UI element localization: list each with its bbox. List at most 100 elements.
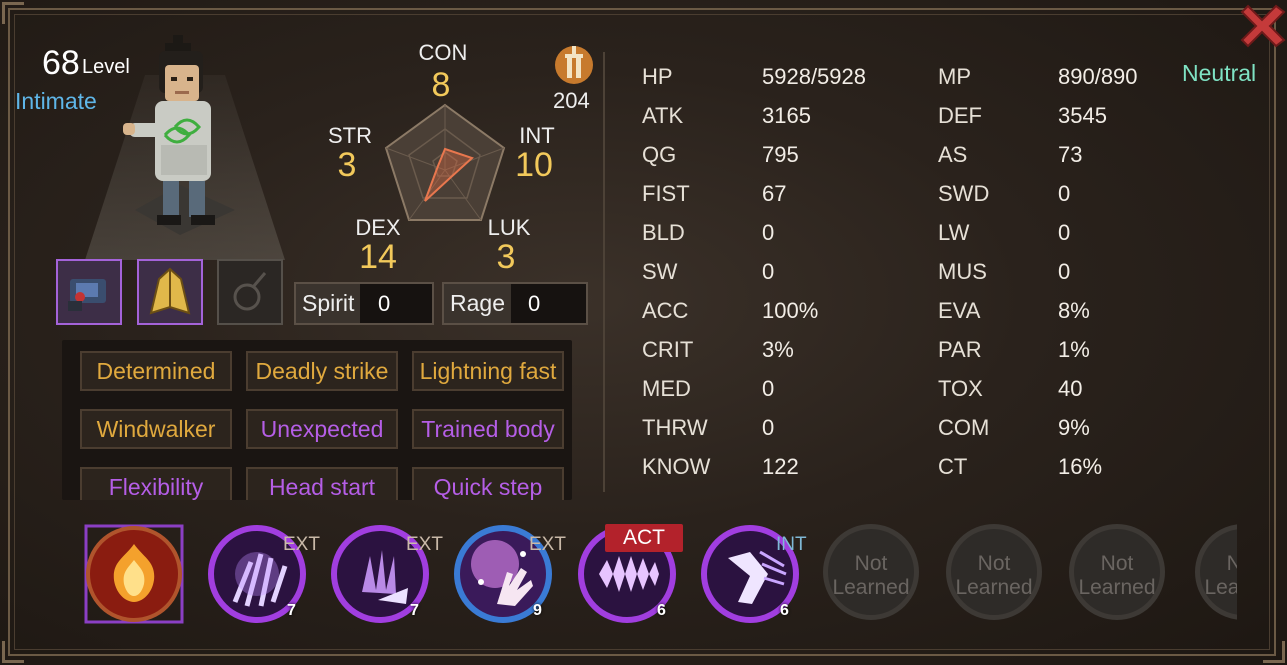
stat-name: COM: [938, 415, 990, 440]
equipment-slot-weapon[interactable]: [56, 259, 122, 325]
close-button[interactable]: [1240, 0, 1287, 50]
skill-slot-locked[interactable]: Not Learned: [1069, 524, 1169, 624]
stat-value: 3%: [762, 337, 794, 362]
stat-name: HP: [642, 64, 673, 89]
stat-value: 0: [762, 220, 775, 245]
attr-int-value: 10: [515, 146, 553, 184]
attr-dex-value: 14: [359, 238, 397, 276]
stat-name: QG: [642, 142, 677, 167]
fame-value: 204: [553, 88, 590, 113]
skill-slot-locked[interactable]: Not Learned: [1195, 524, 1237, 624]
skill-type-badge: INT: [776, 534, 807, 555]
stat-value: 0: [1058, 220, 1071, 245]
stat-name: MED: [642, 376, 691, 401]
trait-tag[interactable]: Unexpected: [246, 409, 398, 449]
skill-type-badge-act: ACT: [605, 524, 683, 552]
character-portrait: [123, 35, 235, 235]
trait-tag[interactable]: Flexibility: [80, 467, 232, 500]
stat-name: CT: [938, 454, 968, 479]
trait-tag[interactable]: Deadly strike: [246, 351, 398, 391]
stat-name: MUS: [938, 259, 987, 284]
skill-level: 7: [410, 602, 419, 619]
skill-slot-locked[interactable]: Not Learned: [946, 524, 1046, 624]
alignment-label: Neutral: [1182, 60, 1257, 86]
stat-name: THRW: [642, 415, 708, 440]
skill-level: 9: [533, 602, 542, 619]
stat-name: MP: [938, 64, 971, 89]
frame-corner: [2, 641, 24, 663]
stat-value: 73: [1058, 142, 1083, 167]
stat-name: BLD: [642, 220, 685, 245]
frame-corner: [1263, 641, 1285, 663]
stat-value: 16%: [1058, 454, 1103, 479]
stat-value: 0: [762, 259, 775, 284]
rage-meter: Rage 0: [442, 282, 588, 325]
stat-value: 795: [762, 142, 799, 167]
robe-icon: [149, 267, 191, 315]
stat-name: EVA: [938, 298, 981, 323]
stat-value: 1%: [1058, 337, 1090, 362]
stat-value: 122: [762, 454, 799, 479]
equipment-slot-accessory-empty[interactable]: [217, 259, 283, 325]
stat-name: PAR: [938, 337, 982, 362]
stat-name: ATK: [642, 103, 684, 128]
trait-tag[interactable]: Windwalker: [80, 409, 232, 449]
stat-name: AS: [938, 142, 968, 167]
skill-slot[interactable]: EXT 7: [205, 522, 320, 626]
fame-icon: [555, 46, 593, 84]
stat-value: 0: [1058, 259, 1071, 284]
stat-name: DEF: [938, 103, 982, 128]
stat-value: 0: [1058, 181, 1071, 206]
stat-name: TOX: [938, 376, 983, 401]
stat-value: 890/890: [1058, 64, 1138, 89]
equipment-slot-armor[interactable]: [137, 259, 203, 325]
frame-corner: [2, 2, 24, 24]
stat-name: SW: [642, 259, 678, 284]
stat-name: FIST: [642, 181, 690, 206]
gauntlet-icon: [68, 279, 106, 311]
skill-type-badge: EXT: [529, 534, 566, 555]
stat-name: ACC: [642, 298, 689, 323]
trait-tag[interactable]: Head start: [246, 467, 398, 500]
skill-slot[interactable]: ACT 6: [575, 522, 683, 626]
spirit-label: Spirit: [296, 284, 361, 323]
stat-value: 9%: [1058, 415, 1090, 440]
skill-slot[interactable]: [82, 522, 186, 626]
stat-value: 8%: [1058, 298, 1090, 323]
trait-tag[interactable]: Determined: [80, 351, 232, 391]
spirit-value: 0: [378, 291, 391, 316]
skill-type-badge: EXT: [406, 534, 443, 555]
stat-name: CRIT: [642, 337, 694, 362]
close-icon: [1240, 4, 1286, 48]
spirit-meter: Spirit 0: [294, 282, 434, 325]
level-number: 68: [42, 44, 80, 82]
rage-label: Rage: [444, 284, 511, 323]
traits-list[interactable]: Determined Deadly strike Lightning fast …: [62, 340, 572, 500]
skill-level: 7: [287, 602, 296, 619]
skill-slot[interactable]: EXT 9: [451, 522, 566, 626]
stat-value: 5928/5928: [762, 64, 866, 89]
stat-value: 0: [762, 415, 775, 440]
skill-slot[interactable]: INT 6: [698, 522, 807, 626]
stat-value: 100%: [762, 298, 819, 323]
skill-level: 6: [657, 602, 666, 619]
skill-slot[interactable]: EXT 7: [328, 522, 443, 626]
attr-luk-value: 3: [496, 238, 516, 276]
not-learned-label: Not Learned: [955, 552, 1033, 599]
stat-value: 3545: [1058, 103, 1107, 128]
skill-type-badge: EXT: [283, 534, 320, 555]
skill-slot-locked[interactable]: Not Learned: [823, 524, 923, 624]
trait-tag[interactable]: Lightning fast: [412, 351, 564, 391]
trait-tag[interactable]: Quick step: [412, 467, 564, 500]
trait-tag[interactable]: Trained body: [412, 409, 564, 449]
not-learned-label: Not Learned: [1204, 552, 1237, 599]
not-learned-label: Not Learned: [832, 552, 910, 599]
attr-str-value: 3: [337, 146, 357, 184]
rage-value: 0: [528, 291, 541, 316]
stat-value: 40: [1058, 376, 1083, 401]
stat-name: LW: [938, 220, 970, 245]
stat-value: 67: [762, 181, 787, 206]
character-panel: 68 Level Intimate CON 8 STR 3 INT 10 DEX…: [0, 0, 1287, 665]
attribute-radar-chart: [384, 103, 506, 221]
attr-con-label: CON: [418, 40, 468, 65]
